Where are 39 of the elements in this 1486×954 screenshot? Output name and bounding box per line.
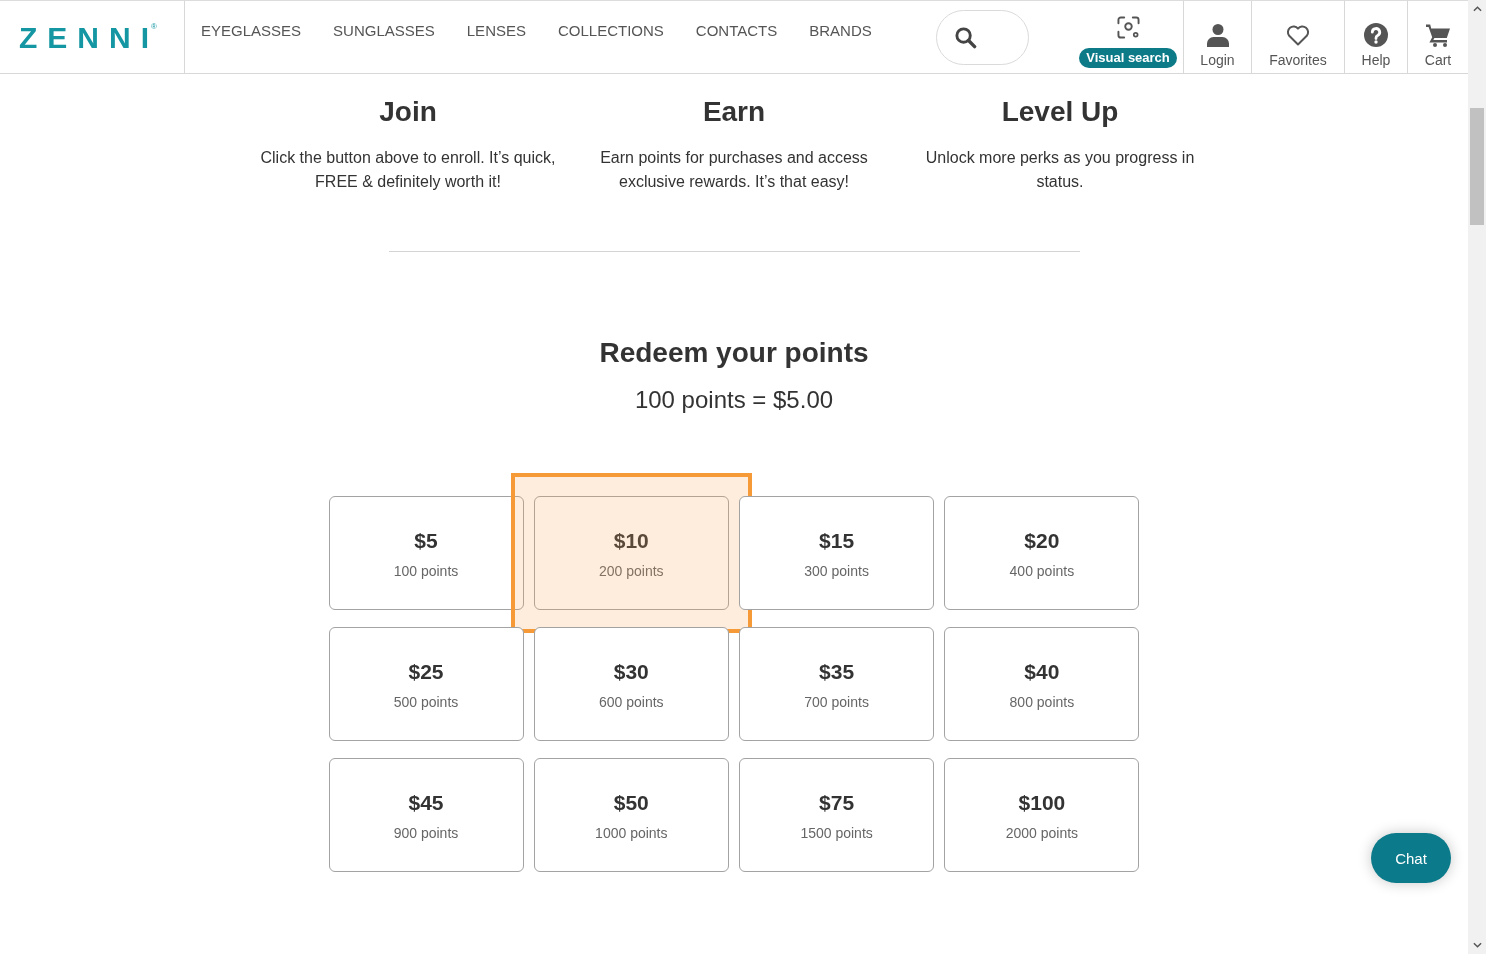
nav-link[interactable]: BRANDS — [809, 22, 872, 40]
reward-option[interactable]: $40 800 points — [944, 627, 1140, 741]
heart-icon[interactable] — [1286, 24, 1310, 46]
cart-icon[interactable] — [1426, 23, 1450, 47]
step-title: Earn — [701, 95, 767, 129]
nav-link[interactable]: CONTACTS — [695, 22, 778, 40]
reward-option[interactable]: $20 400 points — [944, 496, 1140, 610]
question-circle-icon[interactable] — [1364, 23, 1388, 47]
reward-option[interactable]: $30 600 points — [533, 627, 729, 741]
search-icon[interactable] — [954, 26, 977, 49]
step-title: Join — [378, 95, 438, 129]
reward-option[interactable]: $75 1500 points — [739, 758, 935, 872]
reward-option[interactable]: $15 300 points — [739, 496, 935, 610]
nav-link[interactable]: EYEGLASSES — [201, 22, 302, 40]
visual-search-button[interactable]: Visual search — [1079, 48, 1177, 68]
reward-option[interactable]: $5 100 points — [328, 496, 524, 610]
chat-button[interactable]: Chat — [1371, 833, 1451, 883]
nav-link[interactable]: SUNGLASSES — [333, 22, 435, 40]
scrollbar-thumb[interactable] — [1470, 108, 1484, 225]
scan-icon[interactable] — [1116, 16, 1140, 39]
exchange-rate-text: 100 points = $5.00 — [633, 385, 835, 415]
nav-link[interactable]: LENSES — [466, 22, 526, 40]
section-title: Redeem your points — [598, 336, 870, 370]
scrollbar[interactable] — [1468, 0, 1486, 954]
reward-option[interactable]: $25 500 points — [328, 627, 524, 741]
caret-up-icon[interactable] — [1472, 6, 1482, 12]
step-title: Level Up — [1000, 95, 1120, 129]
step-description: Unlock more perks as you progress in status. — [924, 148, 1196, 192]
caret-down-icon[interactable] — [1472, 942, 1482, 948]
reward-option[interactable]: $100 2000 points — [944, 758, 1140, 872]
reward-option[interactable]: $35 700 points — [739, 627, 935, 741]
step-description: Earn points for purchases and access exclusive rewards. It’s that easy! — [599, 148, 869, 192]
reward-option[interactable]: $50 1000 points — [533, 758, 729, 872]
reward-option[interactable]: $45 900 points — [328, 758, 524, 872]
logo[interactable]: ZENNI$^{®}$ — [19, 23, 157, 53]
reward-option[interactable]: $10 200 points — [533, 496, 729, 610]
step-description: Click the button above to enroll. It’s quick, FREE & definitely worth it! — [259, 148, 557, 192]
nav-link[interactable]: COLLECTIONS — [558, 22, 664, 40]
person-icon[interactable] — [1205, 23, 1230, 47]
